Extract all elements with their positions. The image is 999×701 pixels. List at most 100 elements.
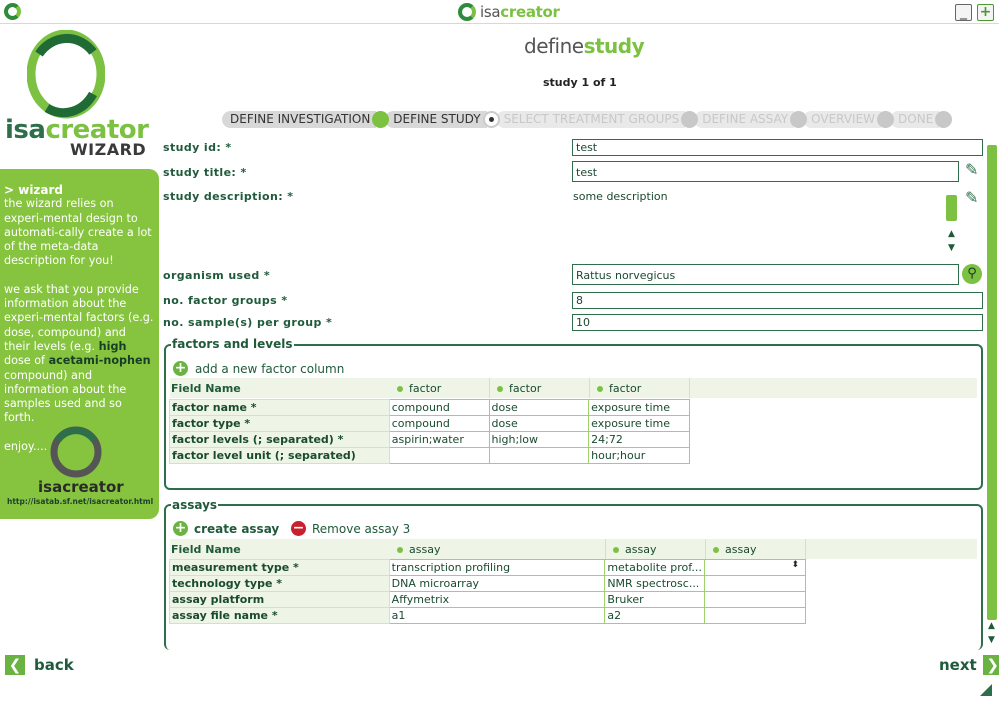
remove-assay-button[interactable]: − Remove assay 3 <box>291 521 410 536</box>
row-label: factor name * <box>169 399 390 416</box>
table-cell[interactable]: Bruker <box>604 591 706 608</box>
study-id-label: study id: * <box>163 141 232 154</box>
resize-handle-icon[interactable] <box>980 684 992 696</box>
assays-table: measurement type * transcription profili… <box>169 559 806 624</box>
page-title: definestudy <box>524 34 645 58</box>
add-factor-label: add a new factor column <box>195 361 345 376</box>
table-cell[interactable] <box>488 447 590 464</box>
title-app-name: isacreator <box>480 3 560 21</box>
table-cell[interactable] <box>388 447 490 464</box>
table-row: measurement type * transcription profili… <box>169 559 806 576</box>
table-cell[interactable]: dose <box>488 415 590 432</box>
main-scrollbar[interactable] <box>987 145 997 620</box>
table-cell[interactable]: Affymetrix <box>388 591 606 608</box>
table-cell[interactable] <box>704 607 806 624</box>
next-button[interactable]: next ❯ <box>939 655 999 675</box>
table-cell[interactable] <box>704 575 806 592</box>
maximize-button[interactable]: + <box>977 4 994 21</box>
step-current-icon <box>482 110 500 128</box>
organism-search-icon[interactable]: ⚲ <box>962 264 982 284</box>
create-assay-label: create assay <box>194 521 280 536</box>
table-cell[interactable]: exposure time <box>588 399 690 416</box>
table-cell[interactable]: a2 <box>604 607 706 624</box>
project-url[interactable]: http://isatab.sf.net/isacreator.html <box>7 497 153 506</box>
table-cell[interactable]: compound <box>388 399 490 416</box>
assay-column-header[interactable]: assay <box>713 543 756 556</box>
step-pending-icon <box>877 110 895 128</box>
column-dot-icon <box>397 547 403 553</box>
table-cell[interactable] <box>704 591 806 608</box>
back-label: back <box>34 656 74 674</box>
assays-field-name-header: Field Name <box>171 543 241 556</box>
assay-column-header[interactable]: assay <box>613 543 656 556</box>
table-row: factor type * compound dose exposure tim… <box>169 415 690 432</box>
study-title-field[interactable]: test <box>572 161 959 182</box>
table-cell[interactable]: NMR spectrosc... <box>604 575 706 592</box>
factor-column-header[interactable]: factor <box>597 382 641 395</box>
table-cell[interactable]: compound <box>388 415 490 432</box>
scroll-up-icon[interactable]: ▲ <box>948 229 955 239</box>
factor-groups-label: no. factor groups * <box>163 294 288 307</box>
main-scroll-up-icon[interactable]: ▲ <box>988 621 995 631</box>
select-arrows-icon[interactable]: ⬍ <box>791 561 799 571</box>
column-dot-icon <box>597 386 603 392</box>
table-cell[interactable]: a1 <box>388 607 606 624</box>
step-pending-icon <box>790 110 808 128</box>
study-id-field[interactable]: test <box>572 139 983 156</box>
table-cell[interactable]: 24;72 <box>588 431 690 448</box>
column-divider <box>589 378 590 398</box>
table-cell[interactable]: aspirin;water <box>388 431 490 448</box>
create-assay-button[interactable]: + create assay <box>173 521 279 536</box>
next-arrow-icon: ❯ <box>982 655 999 675</box>
row-label: assay file name * <box>169 607 390 624</box>
factor-column-header[interactable]: factor <box>397 382 441 395</box>
step-select-treatment-groups: SELECT TREATMENT GROUPS <box>495 110 686 128</box>
row-label: factor level unit (; separated) <box>169 447 390 464</box>
add-factor-column-button[interactable]: + add a new factor column <box>173 361 344 376</box>
table-row: factor level unit (; separated) hour;hou… <box>169 447 690 464</box>
table-row: factor name * compound dose exposure tim… <box>169 399 690 416</box>
scroll-down-icon[interactable]: ▼ <box>948 243 955 253</box>
wizard-steps: DEFINE INVESTIGATION DEFINE STUDY SELECT… <box>222 110 953 128</box>
assay-column-header[interactable]: assay <box>397 543 440 556</box>
samples-per-group-field[interactable]: 10 <box>572 314 983 331</box>
row-label: measurement type * <box>169 559 390 576</box>
main-scroll-down-icon[interactable]: ▼ <box>988 635 995 645</box>
edit-description-pencil-icon[interactable]: ✎ <box>965 190 978 206</box>
factors-table: factor name * compound dose exposure tim… <box>169 399 690 464</box>
table-row: factor levels (; separated) * aspirin;wa… <box>169 431 690 448</box>
factor-groups-field[interactable]: 8 <box>572 292 983 309</box>
step-done: DONE <box>890 110 940 128</box>
table-cell[interactable]: dose <box>488 399 590 416</box>
table-cell[interactable]: DNA microarray <box>388 575 606 592</box>
description-scroll-thumb[interactable] <box>946 195 957 221</box>
column-divider <box>689 378 690 398</box>
edit-title-pencil-icon[interactable]: ✎ <box>965 162 978 178</box>
back-button[interactable]: ❮ back <box>5 655 74 675</box>
organism-field[interactable]: Rattus norvegicus <box>572 264 959 285</box>
factors-field-name-header: Field Name <box>171 382 241 395</box>
help-heading: > wizard <box>4 183 64 197</box>
table-cell[interactable]: transcription profiling <box>388 559 606 576</box>
minimize-button[interactable]: _ <box>955 4 972 21</box>
table-cell[interactable]: exposure time <box>588 415 690 432</box>
measurement-type-select[interactable]: ⬍ <box>704 559 806 576</box>
study-description-field[interactable]: some description <box>573 190 943 252</box>
step-define-investigation: DEFINE INVESTIGATION <box>222 110 377 128</box>
step-define-study: DEFINE STUDY <box>385 110 487 128</box>
factors-section-title: factors and levels <box>171 337 294 351</box>
assays-section-title: assays <box>171 498 219 512</box>
logo-subtitle: WIZARD <box>70 140 147 159</box>
back-arrow-icon: ❮ <box>5 655 25 675</box>
title-bar: isacreator _ + <box>0 0 999 24</box>
table-cell[interactable]: metabolite prof... <box>604 559 706 576</box>
isacreator-small-logo-icon <box>50 426 102 478</box>
factor-column-header[interactable]: factor <box>497 382 541 395</box>
row-label: assay platform <box>169 591 390 608</box>
table-row: technology type * DNA microarray NMR spe… <box>169 575 806 592</box>
column-dot-icon <box>613 547 619 553</box>
table-cell[interactable]: high;low <box>488 431 590 448</box>
table-cell[interactable]: hour;hour <box>588 447 690 464</box>
step-done-icon <box>372 110 390 128</box>
title-logo: isacreator <box>458 3 560 21</box>
